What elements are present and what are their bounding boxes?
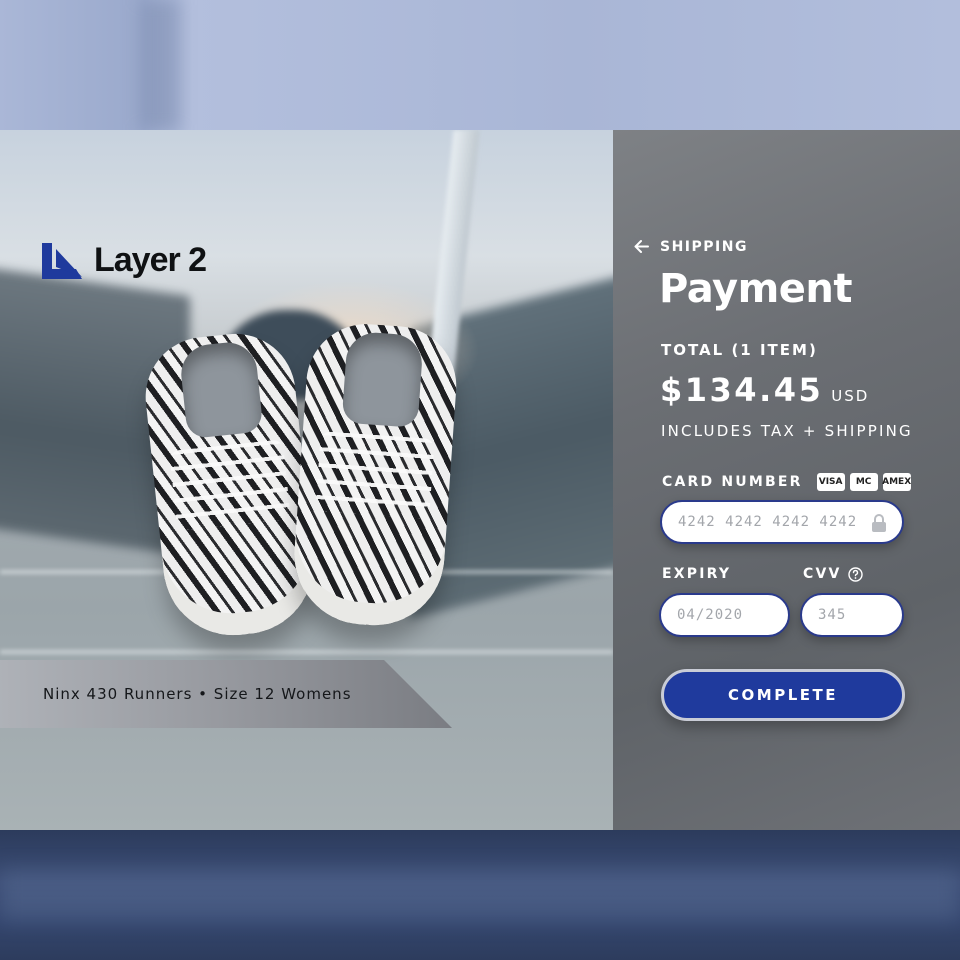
product-caption: Ninx 430 Runners • Size 12 Womens	[43, 685, 352, 703]
card-number-label: CARD NUMBER	[662, 474, 803, 490]
total-amount: $134.45	[660, 371, 824, 409]
brand-name: Layer 2	[94, 241, 207, 279]
amex-card-icon: AMEX	[882, 473, 911, 491]
cvv-placeholder: 345	[818, 607, 847, 623]
expiry-label: EXPIRY	[662, 566, 732, 582]
cvv-label-row: CVV	[803, 566, 863, 582]
expiry-placeholder: 04/2020	[677, 607, 744, 623]
backdrop-bottom	[0, 830, 960, 960]
sneaker-right	[289, 320, 461, 630]
expiry-field[interactable]: 04/2020	[659, 593, 790, 637]
visa-card-icon: VISA	[816, 473, 845, 491]
cvv-label: CVV	[803, 566, 842, 582]
currency-code: USD	[831, 387, 870, 405]
brand-logo: Layer 2	[42, 241, 207, 280]
arrow-left-icon	[634, 240, 649, 253]
total-amount-row: $134.45 USD	[660, 371, 869, 409]
lock-icon	[872, 514, 886, 532]
complete-button[interactable]: COMPLETE	[661, 669, 905, 721]
card-number-field[interactable]: 4242 4242 4242 4242	[660, 500, 904, 544]
backdrop-top	[0, 0, 960, 130]
back-link-label: SHIPPING	[660, 238, 748, 255]
page-title: Payment	[659, 266, 852, 312]
card-number-placeholder: 4242 4242 4242 4242	[678, 514, 858, 530]
card-number-label-row: CARD NUMBER VISA MC AMEX	[662, 473, 911, 491]
accepted-cards: VISA MC AMEX	[816, 473, 911, 491]
help-icon[interactable]	[847, 566, 863, 582]
cvv-field[interactable]: 345	[800, 593, 904, 637]
layer2-logo-icon	[42, 242, 82, 279]
mastercard-card-icon: MC	[849, 473, 878, 491]
total-label: TOTAL (1 ITEM)	[661, 341, 818, 359]
tax-note: INCLUDES TAX + SHIPPING	[661, 422, 913, 440]
back-to-shipping-link[interactable]: SHIPPING	[633, 238, 748, 255]
